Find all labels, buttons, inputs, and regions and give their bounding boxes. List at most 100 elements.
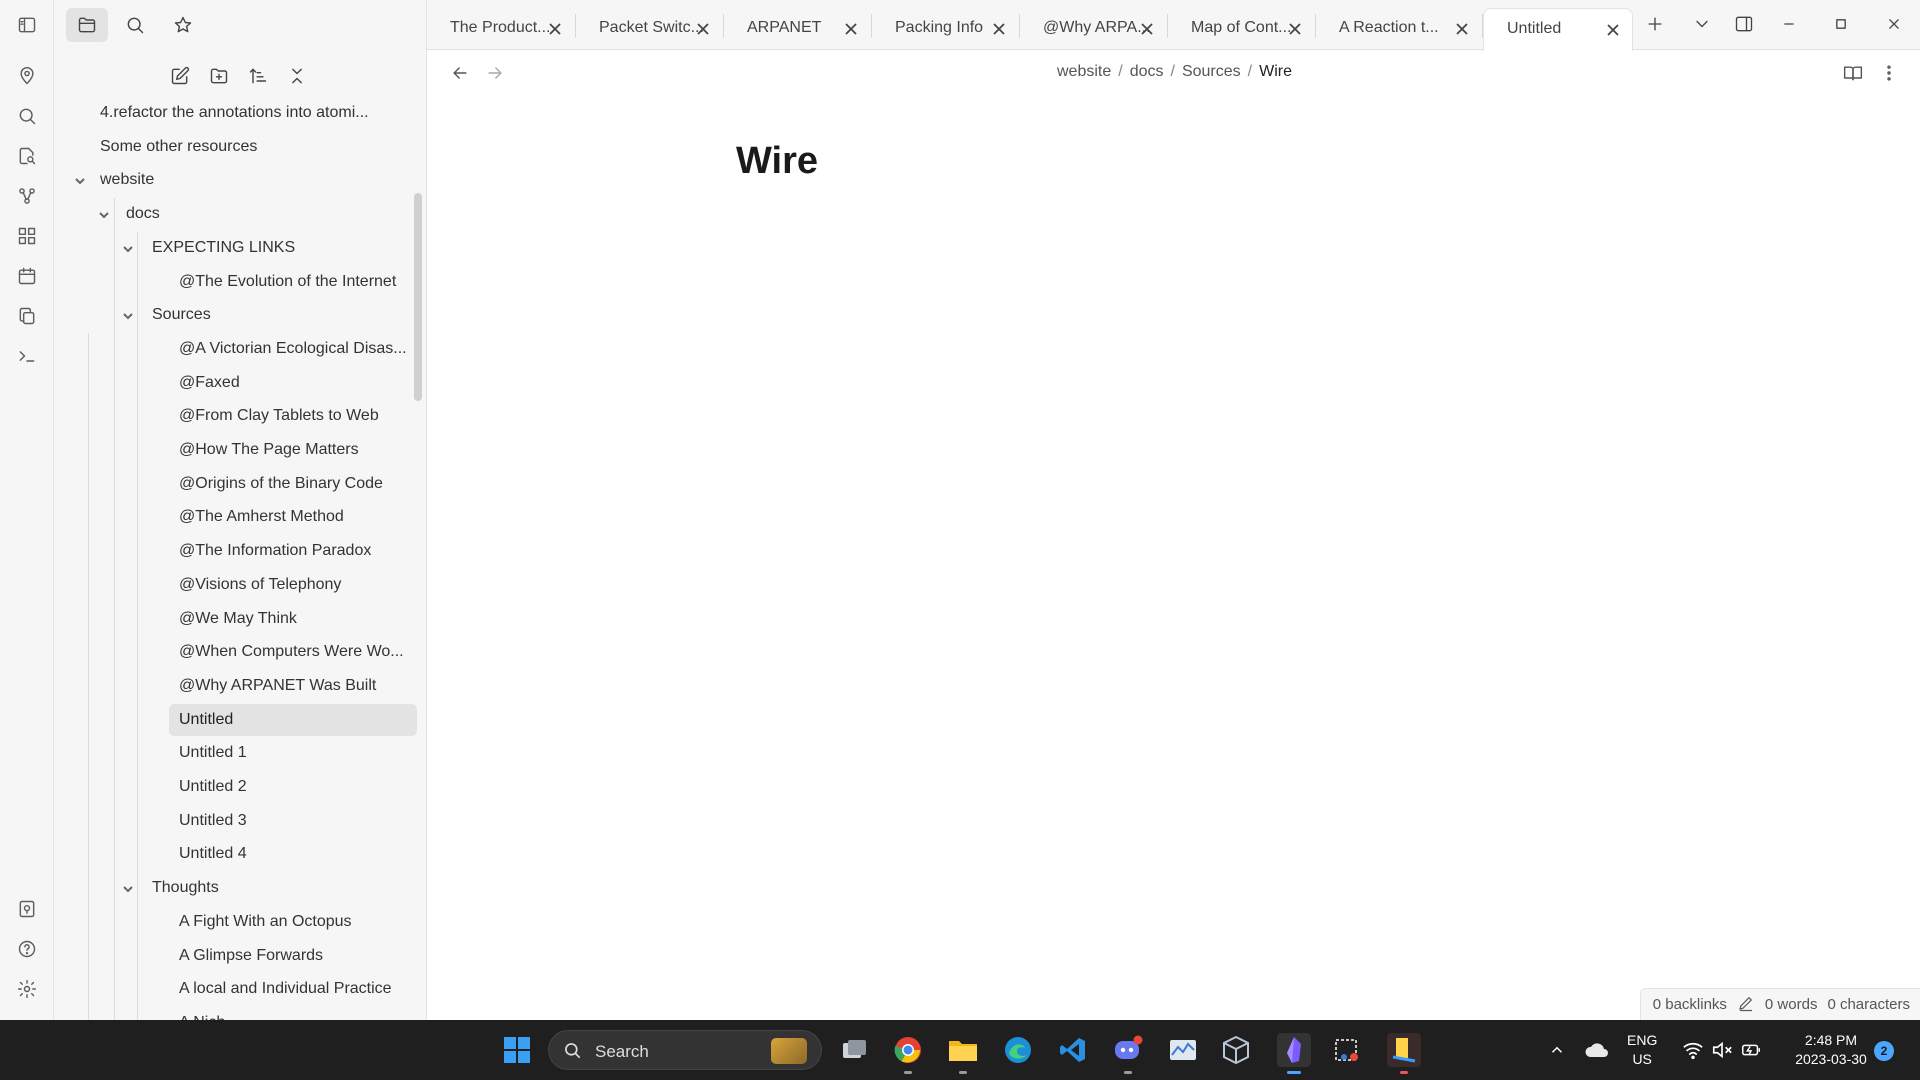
reading-view-icon[interactable]	[1842, 62, 1864, 84]
file-item[interactable]: @Faxed	[179, 367, 240, 399]
battery-icon[interactable]	[1734, 1033, 1768, 1067]
chevron-down-icon[interactable]	[122, 242, 134, 254]
clock[interactable]: 2:48 PM 2023-03-30	[1779, 1031, 1883, 1069]
chevron-down-icon[interactable]	[122, 882, 134, 894]
discord-icon[interactable]	[1111, 1033, 1145, 1074]
file-item[interactable]: 4.refactor the annotations into atomi...	[100, 97, 369, 129]
stock-app-icon[interactable]	[1166, 1033, 1200, 1067]
folder-item[interactable]: docs	[126, 198, 160, 230]
close-window-icon[interactable]	[1882, 12, 1906, 36]
search-tab[interactable]	[114, 8, 156, 42]
close-tab-icon[interactable]	[842, 20, 860, 38]
document-title[interactable]: Wire	[736, 140, 818, 183]
calendar-icon[interactable]	[14, 263, 40, 289]
file-item[interactable]: @When Computers Were Wo...	[179, 636, 404, 668]
minimize-icon[interactable]	[1777, 12, 1801, 36]
tab-3[interactable]: Packing Info	[872, 8, 1020, 50]
copy-icon[interactable]	[14, 303, 40, 329]
tab-5[interactable]: Map of Cont...	[1168, 8, 1316, 50]
bookmarks-tab[interactable]	[162, 8, 204, 42]
chrome-icon[interactable]	[891, 1033, 925, 1074]
file-item[interactable]: @Visions of Telephony	[179, 569, 341, 601]
file-item[interactable]: A local and Individual Practice	[179, 973, 392, 1005]
files-tab[interactable]	[66, 8, 108, 42]
file-item[interactable]: @Origins of the Binary Code	[179, 468, 383, 500]
tab-0[interactable]: The Product...	[427, 8, 576, 50]
taskbar-search-box[interactable]: Search	[548, 1030, 822, 1070]
file-item[interactable]: A Fight With an Octopus	[179, 906, 352, 938]
folder-item[interactable]: website	[100, 164, 154, 196]
chevron-down-icon[interactable]	[74, 174, 86, 186]
file-item[interactable]: A Nich...	[179, 1007, 239, 1020]
file-item[interactable]: Some other resources	[100, 131, 257, 163]
folder-item[interactable]: Thoughts	[152, 872, 219, 904]
breadcrumb-sources[interactable]: Sources	[1182, 63, 1241, 80]
file-item[interactable]: Untitled	[169, 704, 417, 736]
file-item[interactable]: Untitled 3	[179, 805, 247, 837]
tray-overflow-chevron-icon[interactable]	[1540, 1033, 1574, 1067]
toggle-sidebar-icon[interactable]	[14, 12, 40, 38]
file-item[interactable]: @The Amherst Method	[179, 501, 344, 533]
graph-icon[interactable]	[14, 183, 40, 209]
backlinks-count[interactable]: 0 backlinks	[1653, 996, 1727, 1013]
file-item[interactable]: Untitled 1	[179, 737, 247, 769]
obsidian-icon[interactable]	[1277, 1033, 1311, 1074]
onedrive-icon[interactable]	[1580, 1033, 1614, 1067]
breadcrumb-docs[interactable]: docs	[1130, 63, 1164, 80]
file-item[interactable]: @A Victorian Ecological Disas...	[179, 333, 407, 365]
file-explorer-icon[interactable]	[946, 1033, 980, 1074]
file-item[interactable]: @From Clay Tablets to Web	[179, 400, 379, 432]
sidebar-scrollbar[interactable]	[414, 193, 422, 401]
file-item[interactable]: @Why ARPANET Was Built	[179, 670, 376, 702]
task-view-icon[interactable]	[837, 1033, 871, 1067]
tab-4[interactable]: @Why ARPA...	[1020, 8, 1168, 50]
chevron-down-icon[interactable]	[122, 309, 134, 321]
folder-item[interactable]: Sources	[152, 299, 211, 331]
file-item[interactable]: @The Information Paradox	[179, 535, 371, 567]
file-item[interactable]: A Glimpse Forwards	[179, 940, 323, 972]
vault-icon[interactable]	[14, 896, 40, 922]
collapse-all-icon[interactable]	[283, 62, 310, 89]
new-tab-icon[interactable]	[1643, 12, 1667, 36]
folder-item[interactable]: EXPECTING LINKS	[152, 232, 295, 264]
more-options-icon[interactable]	[1878, 62, 1900, 84]
search-icon[interactable]	[14, 103, 40, 129]
file-search-icon[interactable]	[14, 143, 40, 169]
file-item[interactable]: @The Evolution of the Internet	[179, 266, 396, 298]
windows-start-icon[interactable]	[500, 1033, 534, 1067]
maximize-icon[interactable]	[1829, 12, 1853, 36]
close-tab-icon[interactable]	[1604, 21, 1622, 39]
map-pin-icon[interactable]	[14, 63, 40, 89]
breadcrumb-website[interactable]: website	[1057, 63, 1111, 80]
breadcrumb-current[interactable]: Wire	[1259, 63, 1292, 80]
sticky-app-icon[interactable]	[1387, 1033, 1421, 1074]
tab-6[interactable]: A Reaction t...	[1316, 8, 1483, 50]
new-note-icon[interactable]	[166, 62, 193, 89]
file-item[interactable]: Untitled 2	[179, 771, 247, 803]
close-tab-icon[interactable]	[694, 20, 712, 38]
toggle-right-sidebar-icon[interactable]	[1732, 12, 1756, 36]
tab-7[interactable]: Untitled	[1483, 8, 1633, 51]
edge-icon[interactable]	[1001, 1033, 1035, 1067]
file-item[interactable]: @We May Think	[179, 603, 297, 635]
close-tab-icon[interactable]	[1138, 20, 1156, 38]
forward-arrow-icon[interactable]	[484, 62, 506, 84]
file-item[interactable]: Untitled 4	[179, 838, 247, 870]
help-icon[interactable]	[14, 936, 40, 962]
close-tab-icon[interactable]	[990, 20, 1008, 38]
file-item[interactable]: @How The Page Matters	[179, 434, 359, 466]
language-indicator[interactable]: ENG US	[1627, 1031, 1657, 1069]
terminal-icon[interactable]	[14, 343, 40, 369]
tab-1[interactable]: Packet Switc...	[576, 8, 724, 50]
chevron-down-icon[interactable]	[98, 208, 110, 220]
settings-icon[interactable]	[14, 976, 40, 1002]
close-tab-icon[interactable]	[1286, 20, 1304, 38]
tab-list-chevron-icon[interactable]	[1690, 12, 1714, 36]
notification-badge[interactable]: 2	[1874, 1041, 1894, 1061]
edit-pencil-icon[interactable]	[1737, 994, 1755, 1016]
close-tab-icon[interactable]	[546, 20, 564, 38]
back-arrow-icon[interactable]	[449, 62, 471, 84]
sort-icon[interactable]	[244, 62, 271, 89]
close-tab-icon[interactable]	[1453, 20, 1471, 38]
vscode-icon[interactable]	[1056, 1033, 1090, 1067]
